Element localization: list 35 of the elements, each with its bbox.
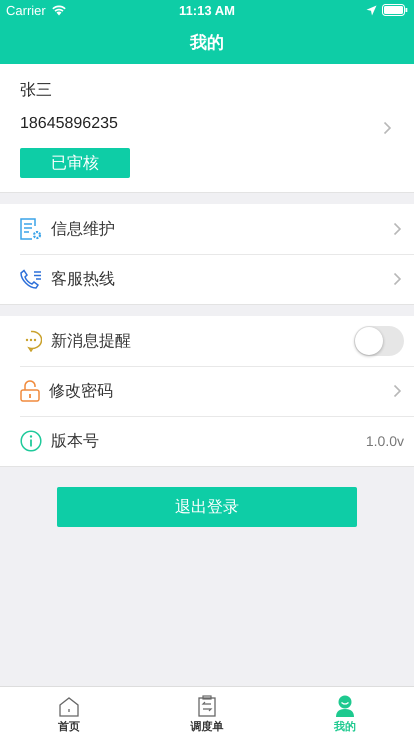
tab-item[interactable]: 调度单 <box>138 687 276 736</box>
version-value: 1.0.0v <box>366 433 404 449</box>
row-label: 修改密码 <box>49 380 114 402</box>
wifi-icon <box>50 4 67 16</box>
lock-icon <box>20 380 40 402</box>
tab-item[interactable]: 首页 <box>0 687 138 736</box>
person-icon <box>335 695 355 717</box>
settings-row[interactable]: 客服热线 <box>0 254 414 304</box>
row-label: 信息维护 <box>51 218 116 240</box>
phone-icon <box>20 269 42 289</box>
home-icon <box>59 697 79 717</box>
profile-card[interactable]: 张三 18645896235 已审核 <box>0 64 414 193</box>
status-badge: 已审核 <box>20 148 130 178</box>
settings-row[interactable]: 版本号 1.0.0v <box>0 416 414 466</box>
settings-row[interactable]: 新消息提醒 <box>0 316 414 366</box>
location-icon <box>366 4 377 16</box>
chevron-icon <box>383 121 392 135</box>
status-time: 11:13 AM <box>179 2 235 18</box>
settings-row[interactable]: 修改密码 <box>0 366 414 416</box>
chevron-icon <box>393 384 402 398</box>
row-label: 版本号 <box>51 430 100 452</box>
page-title: 我的 <box>190 32 224 54</box>
row-label: 客服热线 <box>51 268 116 290</box>
chevron-icon <box>393 272 402 286</box>
user-name: 张三 <box>20 79 52 101</box>
clipboard-icon <box>198 695 216 717</box>
chevron-icon <box>393 222 402 236</box>
document-gear-icon <box>20 218 42 240</box>
settings-row[interactable]: 信息维护 <box>0 204 414 254</box>
carrier-text: Carrier <box>6 2 46 18</box>
battery-icon <box>382 4 408 16</box>
row-label: 新消息提醒 <box>51 330 132 352</box>
info-icon <box>20 430 42 452</box>
phone-number: 18645896235 <box>20 114 118 134</box>
toggle-switch[interactable] <box>354 326 404 356</box>
